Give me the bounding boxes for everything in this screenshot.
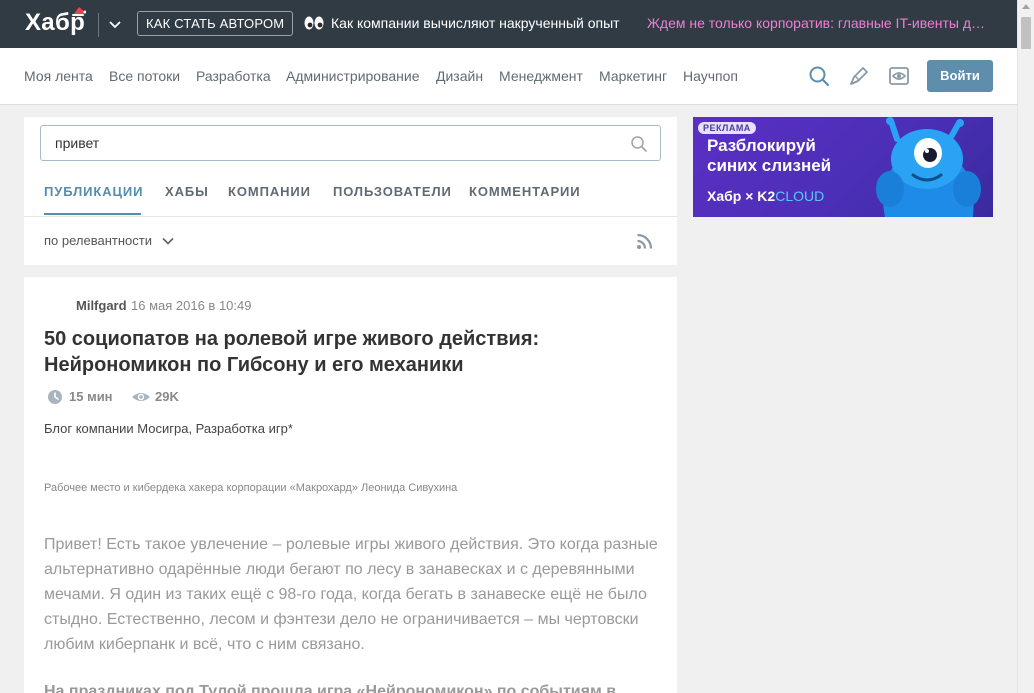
search-icon[interactable] (808, 65, 830, 87)
ad-headline-line2: синих слизней (707, 156, 832, 175)
advertisement-banner[interactable]: Реклама Разблокируй синих слизней Хабр ×… (693, 117, 993, 217)
ad-brand-habr: Хабр (707, 188, 742, 204)
tab-publications[interactable]: Публикации (44, 184, 143, 199)
scroll-up-arrow-icon[interactable] (1022, 4, 1030, 9)
chevron-down-icon[interactable] (107, 16, 123, 32)
top-promo-link[interactable]: Ждем не только корпоратив: главные IT-ив… (647, 15, 987, 31)
author-name[interactable]: Milfgard (76, 298, 127, 313)
nav-item-development[interactable]: Разработка (196, 68, 271, 84)
article-preview-text: Привет! Есть такое увлечение – ролевые и… (44, 536, 658, 653)
ad-headline-line1: Разблокируй (707, 136, 816, 155)
top-bar: Хабр Как стать автором Как компании вычи… (0, 0, 1017, 48)
sort-dropdown[interactable]: по релевантности (44, 233, 152, 248)
tab-companies[interactable]: Компании (228, 184, 311, 199)
blue-slime-mascot-image (876, 117, 981, 217)
nav-item-design[interactable]: Дизайн (436, 68, 483, 84)
rss-icon[interactable] (636, 233, 653, 250)
nav-item-management[interactable]: Менеджмент (499, 68, 583, 84)
search-input-value[interactable]: привет (55, 135, 99, 151)
tab-hubs[interactable]: Хабы (165, 184, 209, 199)
search-submit-icon[interactable] (630, 135, 648, 153)
article-preview-bold-text: На праздниках под Тулой прошла игра «Ней… (44, 683, 617, 693)
nav-item-marketing[interactable]: Маркетинг (599, 68, 667, 84)
tab-users[interactable]: Пользователи (333, 184, 452, 199)
publication-date: 16 мая 2016 в 10:49 (131, 298, 252, 313)
login-button[interactable]: Войти (927, 60, 993, 92)
clock-icon (48, 390, 62, 404)
ad-badge: Реклама (698, 122, 756, 134)
tab-comments[interactable]: Комментарии (469, 184, 581, 199)
search-panel: привет Публикации Хабы Компании Пользова… (24, 117, 677, 265)
scroll-thumb[interactable] (1021, 17, 1031, 49)
active-tab-indicator (44, 213, 141, 215)
nav-item-all-streams[interactable]: Все потоки (109, 68, 180, 84)
write-pen-icon[interactable] (848, 65, 870, 87)
logo-divider (98, 13, 99, 37)
search-input[interactable]: привет (40, 125, 661, 161)
how-to-become-author-button[interactable]: Как стать автором (137, 11, 294, 36)
nav-item-my-feed[interactable]: Моя лента (24, 68, 93, 84)
page-scrollbar[interactable] (1017, 0, 1034, 693)
ad-brand-times: × (745, 188, 754, 204)
chevron-down-icon[interactable] (161, 234, 175, 248)
image-caption: Рабочее место и кибердека хакера корпора… (44, 482, 458, 494)
reading-settings-eye-icon[interactable] (888, 65, 910, 87)
article-title[interactable]: 50 социопатов на ролевой игре живого дей… (44, 326, 604, 378)
article-card: Milfgard 16 мая 2016 в 10:49 50 социопат… (24, 277, 677, 693)
views-count: 29K (155, 389, 179, 404)
views-eye-icon (132, 393, 150, 401)
eyes-icon (304, 16, 324, 30)
main-navigation: Моя лента Все потоки Разработка Админист… (0, 48, 1017, 105)
ad-brand-cloud: CLOUD (775, 188, 825, 204)
top-headline-link[interactable]: Как компании вычисляют накрученный опыт (331, 15, 620, 31)
nav-item-popsci[interactable]: Научпоп (683, 68, 738, 84)
ad-brand-k2: K2 (757, 188, 776, 204)
nav-item-administration[interactable]: Администрирование (286, 68, 420, 84)
ad-brand: Хабр × K2CLOUD (707, 188, 824, 204)
santa-hat-icon (72, 7, 86, 16)
article-hubs[interactable]: Блог компании Мосигра, Разработка игр* (44, 421, 293, 436)
reading-time: 15 мин (69, 389, 113, 404)
tabs-divider (24, 216, 677, 217)
